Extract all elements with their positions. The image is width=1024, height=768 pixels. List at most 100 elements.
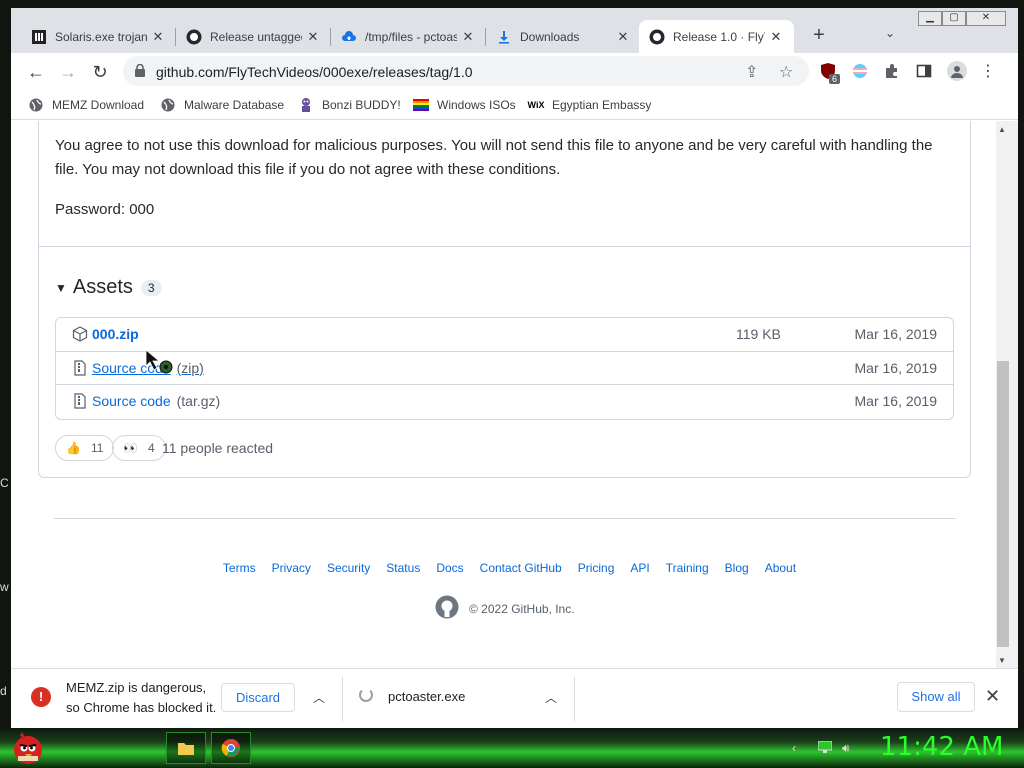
footer-link-contact[interactable]: Contact GitHub (480, 561, 562, 575)
show-all-button[interactable]: Show all (897, 682, 975, 712)
asset-date: Mar 16, 2019 (854, 359, 938, 376)
download-icon (496, 29, 512, 45)
tray-chevron-icon[interactable]: ‹ (792, 741, 806, 755)
blocked-line-1: MEMZ.zip is dangerous, (66, 680, 207, 695)
assets-title: Assets (72, 276, 133, 298)
profile-avatar-icon[interactable] (947, 61, 967, 81)
close-icon[interactable]: ✕ (460, 29, 476, 45)
tab-release-untagged[interactable]: Release untagged ✕ (176, 20, 331, 53)
reactions-summary: 11 people reacted (162, 440, 274, 456)
close-icon[interactable]: ✕ (305, 29, 321, 45)
footer-links: Terms Privacy Security Status Docs Conta… (11, 561, 996, 575)
tab-title: Release untagged (210, 29, 302, 44)
desktop-edge-text: w (0, 580, 9, 594)
bookmark-label: Malware Database (184, 98, 285, 112)
asset-name: Source code (92, 393, 171, 409)
forward-arrow-icon[interactable]: → (56, 60, 80, 84)
side-panel-icon[interactable] (915, 62, 933, 80)
reaction-thumbsup[interactable]: 👍 11 (55, 435, 115, 461)
footer-link-security[interactable]: Security (327, 561, 370, 575)
footer-link-terms[interactable]: Terms (223, 561, 256, 575)
asset-link[interactable]: 000.zip (92, 326, 139, 342)
section-divider (39, 246, 970, 247)
download-file-name[interactable]: pctoaster.exe (388, 689, 465, 704)
bookmark-label: MEMZ Download (52, 98, 145, 112)
bookmark-egyptian-embassy[interactable]: WiX Egyptian Embassy (528, 95, 652, 115)
thumbs-up-icon: 👍 (66, 441, 81, 455)
trans-flag-icon[interactable] (851, 62, 869, 80)
scroll-up-arrow-icon[interactable]: ▲ (998, 125, 1006, 134)
taskbar-clock[interactable]: 11:42 AM (880, 732, 1003, 762)
tab-title: Release 1.0 · FlyTechVideos (673, 29, 765, 44)
volume-icon[interactable]: 🔊︎ (842, 741, 856, 755)
mouse-cursor (145, 349, 175, 382)
assets-count-badge: 3 (140, 279, 162, 296)
assets-header[interactable]: ▼ Assets 3 (55, 276, 162, 299)
footer-link-about[interactable]: About (765, 561, 796, 575)
menu-kebab-icon[interactable]: ⋮ (979, 62, 997, 80)
page-scrollbar[interactable]: ▲ ▼ (996, 121, 1018, 668)
discard-button[interactable]: Discard (221, 683, 295, 712)
tab-tmp-files[interactable]: /tmp/files - pctoaster ✕ (331, 20, 486, 53)
tab-search-chevron-icon[interactable]: ⌄ (885, 26, 895, 40)
bookmark-star-icon[interactable]: ☆ (779, 62, 793, 82)
close-icon[interactable]: ✕ (615, 29, 631, 45)
extension-badge: 6 (829, 74, 841, 84)
tab-title: /tmp/files - pctoaster (365, 29, 457, 44)
window-close-button[interactable]: ✕ (966, 11, 1006, 26)
tab-strip: Solaris.exe trojan ✕ Release untagged ✕ … (11, 8, 1018, 53)
release-password-text: Password: 000 (55, 201, 155, 218)
bookmark-malware-database[interactable]: Malware Database (160, 95, 284, 115)
asset-ext: (zip) (176, 359, 204, 376)
scroll-thumb[interactable] (997, 361, 1009, 647)
footer-link-pricing[interactable]: Pricing (578, 561, 615, 575)
address-bar[interactable]: github.com/FlyTechVideos/000exe/releases… (123, 56, 809, 86)
close-icon[interactable]: ✕ (768, 29, 784, 45)
caret-down-icon: ▼ (55, 280, 67, 295)
maximize-button[interactable]: ▢ (942, 11, 966, 26)
scroll-down-arrow-icon[interactable]: ▼ (998, 656, 1006, 665)
reaction-eyes[interactable]: 👀 4 (112, 435, 166, 461)
tab-release-1-0[interactable]: Release 1.0 · FlyTechVideos ✕ (639, 20, 794, 53)
taskbar-chrome-button[interactable] (211, 732, 251, 764)
bookmark-bonzi-buddy[interactable]: Bonzi BUDDY! (298, 95, 401, 115)
new-tab-button[interactable]: + (807, 24, 831, 48)
close-icon[interactable]: ✕ (985, 686, 1000, 707)
angry-bird-start-icon[interactable] (10, 730, 46, 766)
copyright-text: © 2022 GitHub, Inc. (469, 601, 575, 616)
footer-link-privacy[interactable]: Privacy (272, 561, 311, 575)
back-arrow-icon[interactable]: ← (24, 60, 48, 84)
share-icon[interactable]: ⇪ (745, 62, 758, 82)
assets-list: 000.zip 119 KB Mar 16, 2019 Source code(… (55, 317, 954, 420)
footer-link-api[interactable]: API (630, 561, 649, 575)
footer-link-docs[interactable]: Docs (436, 561, 463, 575)
tab-downloads[interactable]: Downloads ✕ (486, 20, 641, 53)
asset-ext: (tar.gz) (176, 393, 221, 409)
package-icon (72, 326, 88, 342)
footer-link-status[interactable]: Status (386, 561, 420, 575)
footer-link-blog[interactable]: Blog (725, 561, 749, 575)
chevron-up-icon[interactable]: ︿ (545, 689, 557, 706)
chevron-up-icon[interactable]: ︿ (313, 689, 325, 706)
asset-row: Source code (tar.gz) Mar 16, 2019 (56, 385, 953, 419)
tab-solaris[interactable]: Solaris.exe trojan ✕ (21, 20, 176, 53)
network-icon[interactable] (817, 740, 833, 755)
download-shelf: ! MEMZ.zip is dangerous, so Chrome has b… (11, 668, 1018, 728)
taskbar-explorer-button[interactable] (166, 732, 206, 764)
browser-toolbar: ← → ↻ github.com/FlyTechVideos/000exe/re… (11, 53, 1018, 90)
puzzle-extensions-icon[interactable] (883, 62, 901, 80)
bookmark-memz-download[interactable]: MEMZ Download (28, 95, 144, 115)
taskbar: ‹ 🔊︎ 11:42 AM (0, 728, 1024, 768)
bookmark-label: Egyptian Embassy (552, 98, 652, 112)
tab-title: Solaris.exe trojan (55, 29, 147, 44)
reload-icon[interactable]: ↻ (88, 60, 112, 84)
asset-link[interactable]: Source code (tar.gz) (92, 393, 220, 409)
minimize-button[interactable]: ▁ (918, 11, 942, 26)
bonzi-icon (298, 97, 314, 113)
github-logo-icon[interactable] (435, 595, 459, 622)
bookmark-windows-isos[interactable]: Windows ISOs (413, 95, 516, 115)
close-icon[interactable]: ✕ (150, 29, 166, 45)
reaction-count: 11 (90, 441, 104, 455)
bookmark-label: Windows ISOs (437, 98, 516, 112)
footer-link-training[interactable]: Training (666, 561, 709, 575)
